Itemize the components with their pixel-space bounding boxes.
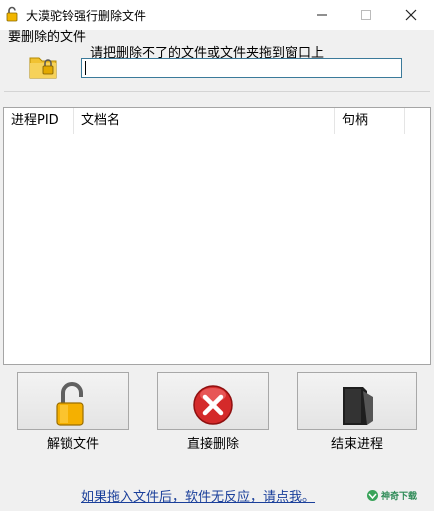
direct-delete-button[interactable]: 直接删除 — [157, 372, 269, 452]
maximize-button[interactable] — [343, 0, 388, 30]
column-header-handle[interactable]: 句柄 — [335, 108, 405, 134]
direct-delete-label: 直接删除 — [186, 437, 239, 452]
column-header-document-name[interactable]: 文档名 — [74, 108, 335, 134]
minimize-icon — [316, 14, 327, 16]
file-path-input[interactable] — [81, 58, 402, 78]
window-title: 大漠驼铃强行删除文件 — [26, 9, 147, 23]
lock-icon — [6, 6, 18, 22]
divider — [4, 91, 430, 92]
minimize-button[interactable] — [299, 0, 344, 30]
download-site-logo: 神奇下载 — [366, 487, 430, 503]
end-process-label: 结束进程 — [330, 437, 383, 452]
black-folder-icon — [343, 387, 373, 425]
files-to-delete-label: 要删除的文件 — [8, 30, 87, 45]
logo-text: 神奇下载 — [381, 492, 418, 502]
text-cursor — [85, 61, 86, 75]
end-process-button[interactable]: 结束进程 — [297, 372, 417, 452]
unlock-file-button[interactable]: 解锁文件 — [17, 372, 129, 452]
maximize-icon — [360, 10, 371, 20]
help-link[interactable]: 如果拖入文件后，软件无反应，请点我。 — [81, 486, 315, 505]
close-button[interactable] — [388, 0, 433, 30]
close-icon — [405, 9, 416, 21]
padlock-icon — [56, 382, 84, 426]
delete-x-icon — [193, 385, 233, 425]
process-list[interactable]: 进程PID 文档名 句柄 — [3, 107, 431, 365]
logo-icon — [367, 490, 378, 501]
folder-lock-icon — [29, 57, 57, 79]
unlock-file-label: 解锁文件 — [46, 437, 99, 452]
column-header-pid[interactable]: 进程PID — [4, 108, 74, 134]
